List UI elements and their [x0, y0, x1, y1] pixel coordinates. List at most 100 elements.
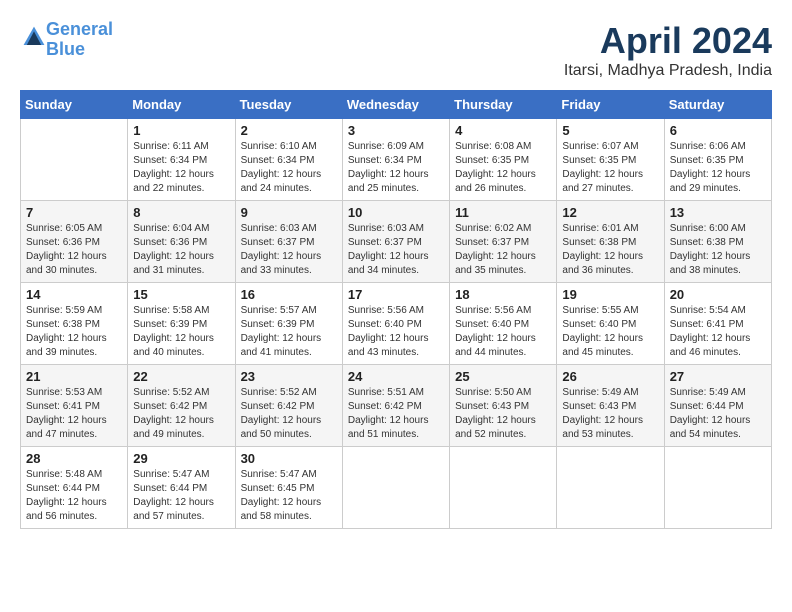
day-number: 30	[241, 451, 337, 466]
day-number: 15	[133, 287, 229, 302]
day-number: 23	[241, 369, 337, 384]
day-number: 19	[562, 287, 658, 302]
calendar-cell: 22 Sunrise: 5:52 AM Sunset: 6:42 PM Dayli…	[128, 365, 235, 447]
calendar-cell: 27 Sunrise: 5:49 AM Sunset: 6:44 PM Dayli…	[664, 365, 771, 447]
day-number: 10	[348, 205, 444, 220]
day-info: Sunrise: 5:49 AM Sunset: 6:44 PM Dayligh…	[670, 386, 766, 442]
day-number: 20	[670, 287, 766, 302]
calendar-week-row: 1 Sunrise: 6:11 AM Sunset: 6:34 PM Daylig…	[21, 119, 772, 201]
calendar-cell: 21Sunrise: 5:53 AM Sunset: 6:41 PM Dayli…	[21, 365, 128, 447]
calendar-cell: 2Sunrise: 6:10 AM Sunset: 6:34 PM Daylig…	[235, 119, 342, 201]
day-info: Sunrise: 5:47 AM Sunset: 6:44 PM Dayligh…	[133, 468, 229, 524]
day-number: 3	[348, 123, 444, 138]
day-info: Sunrise: 6:11 AM Sunset: 6:34 PM Dayligh…	[133, 140, 229, 196]
day-info: Sunrise: 5:51 AM Sunset: 6:42 PM Dayligh…	[348, 386, 444, 442]
day-info: Sunrise: 6:10 AM Sunset: 6:34 PM Dayligh…	[241, 140, 337, 196]
page-header: General Blue April 2024 Itarsi, Madhya P…	[20, 20, 772, 80]
day-info: Sunrise: 5:55 AM Sunset: 6:40 PM Dayligh…	[562, 304, 658, 360]
calendar-cell: 14 Sunrise: 5:59 AM Sunset: 6:38 PM Dayli…	[21, 283, 128, 365]
column-header-sunday: Sunday	[21, 91, 128, 119]
day-info: Sunrise: 5:56 AM Sunset: 6:40 PM Dayligh…	[455, 304, 551, 360]
calendar-cell: 5 Sunrise: 6:07 AM Sunset: 6:35 PM Daylig…	[557, 119, 664, 201]
day-number: 17	[348, 287, 444, 302]
column-header-wednesday: Wednesday	[342, 91, 449, 119]
day-number: 24	[348, 369, 444, 384]
logo-icon	[22, 25, 46, 49]
logo-text: General Blue	[46, 20, 113, 60]
day-number: 5	[562, 123, 658, 138]
day-info: Sunrise: 5:52 AM Sunset: 6:42 PM Dayligh…	[241, 386, 337, 442]
day-info: Sunrise: 6:03 AM Sunset: 6:37 PM Dayligh…	[241, 222, 337, 278]
day-info: Sunrise: 6:00 AM Sunset: 6:38 PM Dayligh…	[670, 222, 766, 278]
day-info: Sunrise: 6:06 AM Sunset: 6:35 PM Dayligh…	[670, 140, 766, 196]
title-area: April 2024 Itarsi, Madhya Pradesh, India	[564, 20, 772, 80]
day-info: Sunrise: 5:57 AM Sunset: 6:39 PM Dayligh…	[241, 304, 337, 360]
day-number: 13	[670, 205, 766, 220]
calendar-cell: 3 Sunrise: 6:09 AM Sunset: 6:34 PM Daylig…	[342, 119, 449, 201]
calendar-cell: 17Sunrise: 5:56 AM Sunset: 6:40 PM Dayli…	[342, 283, 449, 365]
day-number: 18	[455, 287, 551, 302]
calendar-cell: 29 Sunrise: 5:47 AM Sunset: 6:44 PM Dayli…	[128, 447, 235, 529]
calendar-cell: 19 Sunrise: 5:55 AM Sunset: 6:40 PM Dayli…	[557, 283, 664, 365]
day-number: 14	[26, 287, 122, 302]
calendar-table: SundayMondayTuesdayWednesdayThursdayFrid…	[20, 90, 772, 529]
calendar-cell: 8 Sunrise: 6:04 AM Sunset: 6:36 PM Daylig…	[128, 201, 235, 283]
column-header-thursday: Thursday	[450, 91, 557, 119]
calendar-cell: 30 Sunrise: 5:47 AM Sunset: 6:45 PM Dayli…	[235, 447, 342, 529]
column-header-tuesday: Tuesday	[235, 91, 342, 119]
day-info: Sunrise: 6:04 AM Sunset: 6:36 PM Dayligh…	[133, 222, 229, 278]
day-info: Sunrise: 6:07 AM Sunset: 6:35 PM Dayligh…	[562, 140, 658, 196]
day-number: 25	[455, 369, 551, 384]
calendar-cell: 4 Sunrise: 6:08 AM Sunset: 6:35 PM Daylig…	[450, 119, 557, 201]
calendar-cell: 9 Sunrise: 6:03 AM Sunset: 6:37 PM Daylig…	[235, 201, 342, 283]
day-info: Sunrise: 6:01 AM Sunset: 6:38 PM Dayligh…	[562, 222, 658, 278]
day-info: Sunrise: 5:59 AM Sunset: 6:38 PM Dayligh…	[26, 304, 122, 360]
calendar-cell: 6Sunrise: 6:06 AM Sunset: 6:35 PM Daylig…	[664, 119, 771, 201]
calendar-cell: 23 Sunrise: 5:52 AM Sunset: 6:42 PM Dayli…	[235, 365, 342, 447]
day-number: 9	[241, 205, 337, 220]
calendar-week-row: 14 Sunrise: 5:59 AM Sunset: 6:38 PM Dayli…	[21, 283, 772, 365]
calendar-cell: 18 Sunrise: 5:56 AM Sunset: 6:40 PM Dayli…	[450, 283, 557, 365]
day-number: 29	[133, 451, 229, 466]
calendar-cell: 15Sunrise: 5:58 AM Sunset: 6:39 PM Dayli…	[128, 283, 235, 365]
day-number: 8	[133, 205, 229, 220]
location-subtitle: Itarsi, Madhya Pradesh, India	[564, 62, 772, 80]
calendar-cell: 10Sunrise: 6:03 AM Sunset: 6:37 PM Dayli…	[342, 201, 449, 283]
logo-general: General	[46, 19, 113, 39]
day-info: Sunrise: 6:09 AM Sunset: 6:34 PM Dayligh…	[348, 140, 444, 196]
calendar-cell	[21, 119, 128, 201]
day-number: 11	[455, 205, 551, 220]
day-info: Sunrise: 5:50 AM Sunset: 6:43 PM Dayligh…	[455, 386, 551, 442]
calendar-cell: 16Sunrise: 5:57 AM Sunset: 6:39 PM Dayli…	[235, 283, 342, 365]
calendar-cell: 28Sunrise: 5:48 AM Sunset: 6:44 PM Dayli…	[21, 447, 128, 529]
day-number: 27	[670, 369, 766, 384]
calendar-week-row: 28Sunrise: 5:48 AM Sunset: 6:44 PM Dayli…	[21, 447, 772, 529]
day-info: Sunrise: 5:52 AM Sunset: 6:42 PM Dayligh…	[133, 386, 229, 442]
calendar-cell	[450, 447, 557, 529]
calendar-cell: 25 Sunrise: 5:50 AM Sunset: 6:43 PM Dayli…	[450, 365, 557, 447]
day-info: Sunrise: 5:49 AM Sunset: 6:43 PM Dayligh…	[562, 386, 658, 442]
day-number: 22	[133, 369, 229, 384]
day-info: Sunrise: 5:47 AM Sunset: 6:45 PM Dayligh…	[241, 468, 337, 524]
day-number: 12	[562, 205, 658, 220]
day-info: Sunrise: 6:02 AM Sunset: 6:37 PM Dayligh…	[455, 222, 551, 278]
calendar-header-row: SundayMondayTuesdayWednesdayThursdayFrid…	[21, 91, 772, 119]
day-number: 1	[133, 123, 229, 138]
day-number: 21	[26, 369, 122, 384]
calendar-cell: 24 Sunrise: 5:51 AM Sunset: 6:42 PM Dayli…	[342, 365, 449, 447]
calendar-cell: 11 Sunrise: 6:02 AM Sunset: 6:37 PM Dayli…	[450, 201, 557, 283]
calendar-cell: 1 Sunrise: 6:11 AM Sunset: 6:34 PM Daylig…	[128, 119, 235, 201]
calendar-cell	[557, 447, 664, 529]
day-info: Sunrise: 5:48 AM Sunset: 6:44 PM Dayligh…	[26, 468, 122, 524]
day-info: Sunrise: 5:54 AM Sunset: 6:41 PM Dayligh…	[670, 304, 766, 360]
day-number: 4	[455, 123, 551, 138]
calendar-cell	[342, 447, 449, 529]
calendar-week-row: 21Sunrise: 5:53 AM Sunset: 6:41 PM Dayli…	[21, 365, 772, 447]
day-number: 26	[562, 369, 658, 384]
column-header-saturday: Saturday	[664, 91, 771, 119]
calendar-cell: 26 Sunrise: 5:49 AM Sunset: 6:43 PM Dayli…	[557, 365, 664, 447]
calendar-cell: 7Sunrise: 6:05 AM Sunset: 6:36 PM Daylig…	[21, 201, 128, 283]
column-header-monday: Monday	[128, 91, 235, 119]
day-info: Sunrise: 6:08 AM Sunset: 6:35 PM Dayligh…	[455, 140, 551, 196]
calendar-cell: 20 Sunrise: 5:54 AM Sunset: 6:41 PM Dayli…	[664, 283, 771, 365]
